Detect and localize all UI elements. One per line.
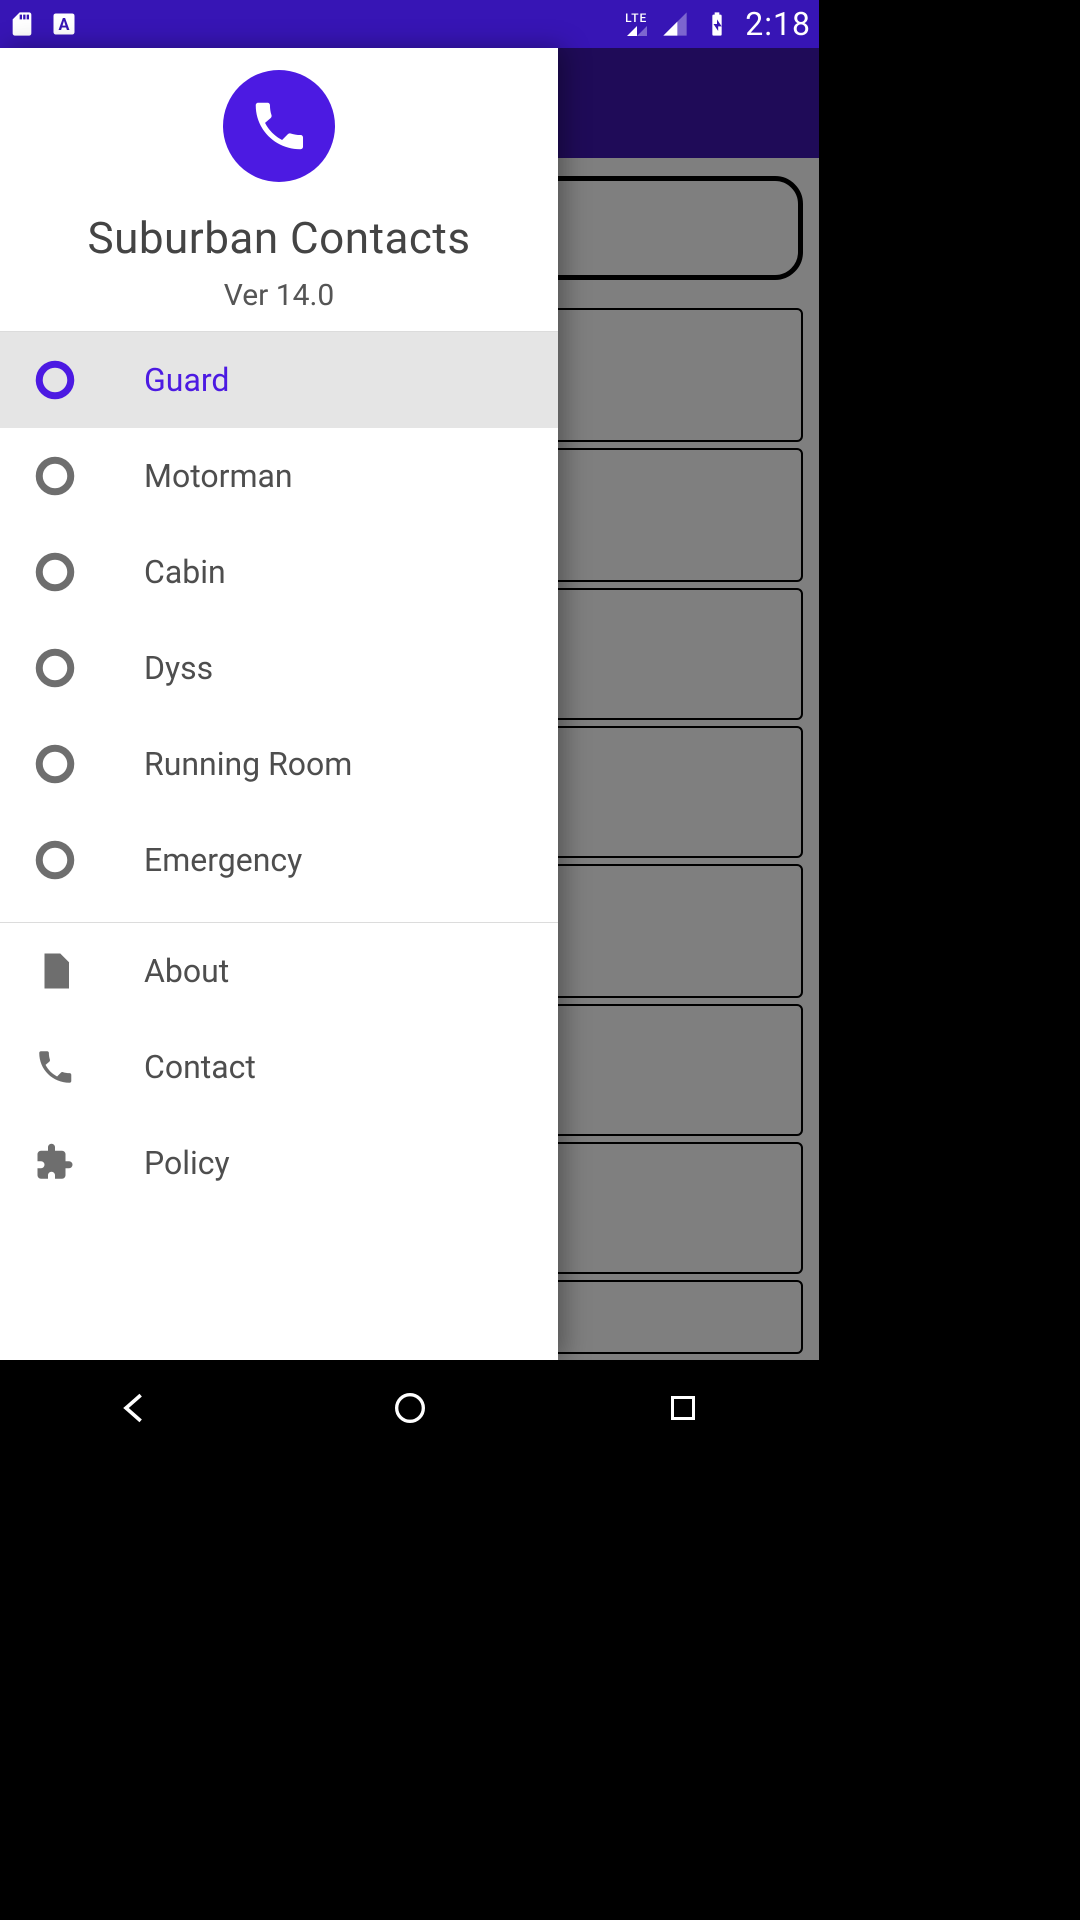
drawer-item-label: Contact	[144, 1048, 256, 1086]
phone-icon	[34, 1046, 76, 1088]
drawer-list-primary: Guard Motorman Cabin Dyss	[0, 332, 558, 908]
navigation-drawer: Suburban Contacts Ver 14.0 Guard Motorma…	[0, 48, 558, 1360]
drawer-item-motorman[interactable]: Motorman	[0, 428, 558, 524]
donut-icon	[34, 359, 76, 401]
drawer-item-label: About	[144, 952, 229, 990]
extension-icon	[34, 1142, 76, 1184]
voice-search-icon: A	[50, 10, 78, 38]
donut-icon	[34, 743, 76, 785]
drawer-item-label: Guard	[144, 361, 229, 399]
donut-icon	[34, 551, 76, 593]
battery-charging-icon	[703, 10, 731, 38]
drawer-item-emergency[interactable]: Emergency	[0, 812, 558, 908]
app-logo-phone-icon	[223, 70, 335, 182]
system-nav-bar	[0, 1360, 819, 1456]
drawer-title: Suburban Contacts	[0, 212, 558, 264]
donut-icon	[34, 839, 76, 881]
drawer-item-guard[interactable]: Guard	[0, 332, 558, 428]
back-button[interactable]	[62, 1378, 212, 1438]
drawer-header: Suburban Contacts Ver 14.0	[0, 48, 558, 331]
drawer-item-label: Motorman	[144, 457, 293, 495]
drawer-item-cabin[interactable]: Cabin	[0, 524, 558, 620]
home-button[interactable]	[335, 1378, 485, 1438]
drawer-item-contact[interactable]: Contact	[0, 1019, 558, 1115]
drawer-item-label: Cabin	[144, 553, 226, 591]
recent-apps-button[interactable]	[608, 1378, 758, 1438]
sd-card-icon	[8, 10, 36, 38]
signal-icon	[661, 10, 689, 38]
drawer-item-label: Dyss	[144, 649, 213, 687]
drawer-item-dyss[interactable]: Dyss	[0, 620, 558, 716]
drawer-item-about[interactable]: About	[0, 923, 558, 1019]
drawer-item-label: Running Room	[144, 745, 352, 783]
file-icon	[34, 950, 76, 992]
drawer-item-label: Emergency	[144, 841, 302, 879]
drawer-version: Ver 14.0	[0, 278, 558, 313]
svg-text:A: A	[59, 15, 70, 34]
drawer-item-running-room[interactable]: Running Room	[0, 716, 558, 812]
drawer-item-label: Policy	[144, 1144, 230, 1182]
status-time: 2:18	[745, 5, 811, 43]
donut-icon	[34, 647, 76, 689]
status-bar: A LTE 2:18	[0, 0, 819, 48]
lte-indicator: LTE	[625, 12, 647, 36]
drawer-list-secondary: About Contact Policy	[0, 923, 558, 1211]
drawer-item-policy[interactable]: Policy	[0, 1115, 558, 1211]
donut-icon	[34, 455, 76, 497]
